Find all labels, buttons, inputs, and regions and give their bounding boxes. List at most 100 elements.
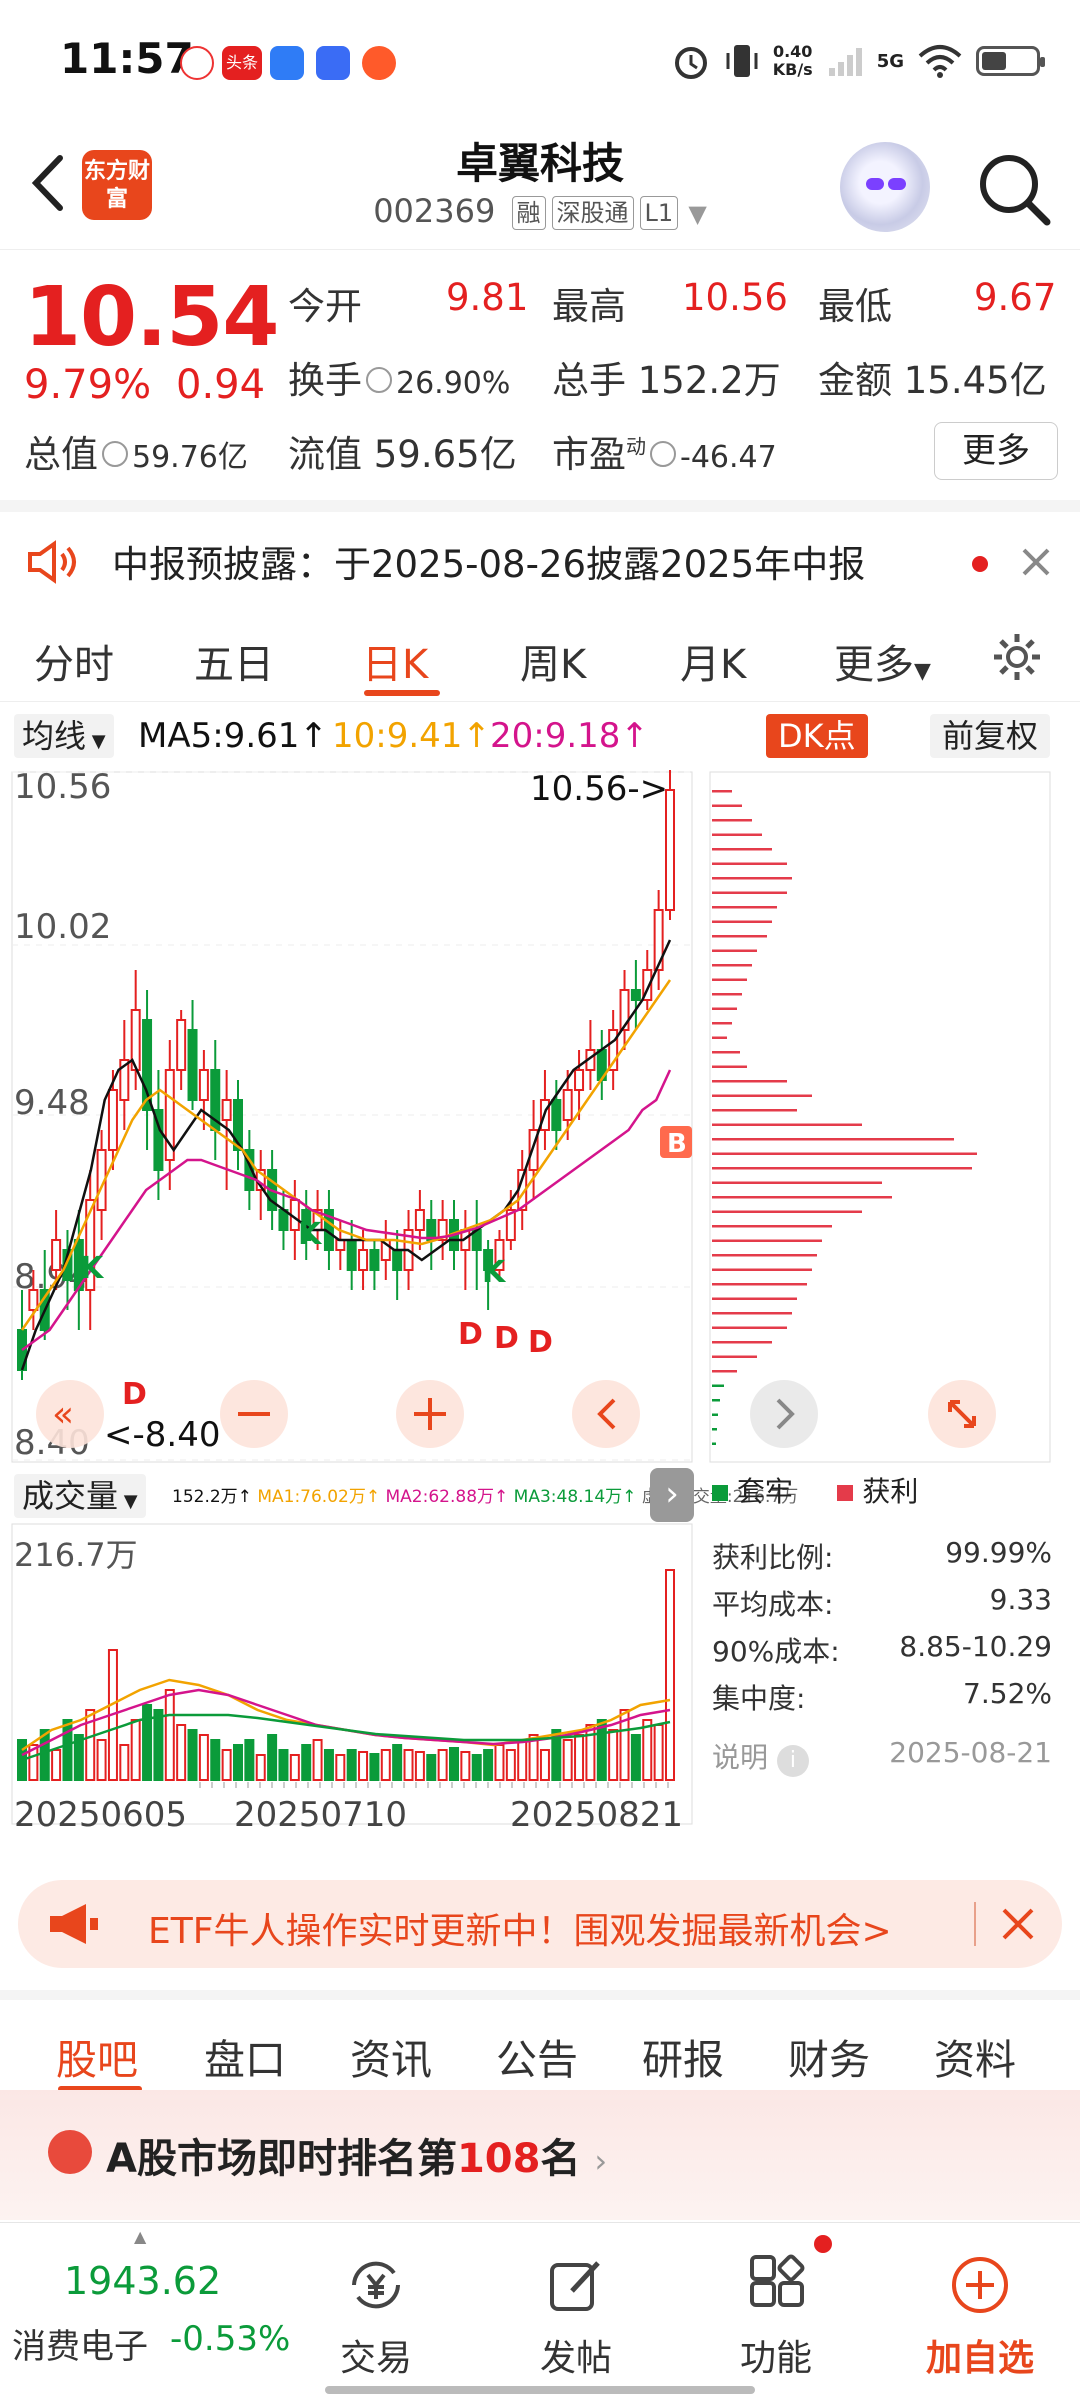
volume-indicator-select[interactable]: 成交量 ▼ [14, 1474, 146, 1518]
chip-bar [712, 1007, 737, 1010]
volume-bar [653, 1724, 664, 1781]
tab-daily-k[interactable]: 日K [362, 632, 428, 690]
stat-note-row[interactable]: 说明 i 2025-08-21 [712, 1736, 1052, 1777]
chip-bar [712, 993, 742, 996]
announcement-bar[interactable]: 中报预披露：于2025-08-26披露2025年中报 [0, 500, 1080, 600]
add-circle-icon [952, 2257, 1008, 2313]
x-date-3: 20250821 [510, 1795, 683, 1835]
tab-financials[interactable]: 财务 [788, 2026, 870, 2086]
info-icon[interactable] [102, 440, 128, 467]
stat-profit-ratio: 获利比例: 99.99% [712, 1536, 1052, 1574]
quote-panel: 10.54 9.79% 0.94 今开 9.81 最高 10.56 最低 9.6… [0, 250, 1080, 500]
volume-ma-line [21, 1678, 671, 1752]
tab-five-day[interactable]: 五日 [194, 632, 274, 690]
adjust-mode-button[interactable]: 前复权 [930, 714, 1051, 758]
next-button[interactable] [750, 1380, 818, 1448]
rank-banner[interactable]: A股市场即时排名第108名 › [0, 2090, 1080, 2220]
nav-add-watchlist[interactable]: 加自选 [900, 2223, 1060, 2379]
tab-monthly-k[interactable]: 月K [680, 632, 746, 690]
trapped-swatch [712, 1485, 728, 1501]
volume-bar [574, 1734, 585, 1781]
sector-name: 消费电子 [12, 2327, 148, 2367]
indicator-select[interactable]: 均线 ▼ [14, 714, 114, 758]
tab-announcements[interactable]: 公告 [496, 2026, 578, 2086]
nav-trade[interactable]: 交易 [296, 2223, 456, 2379]
tab-weekly-k[interactable]: 周K [520, 632, 586, 690]
volume-bar [608, 1729, 619, 1781]
candle-body [358, 1249, 369, 1271]
nav-post[interactable]: 发帖 [496, 2223, 656, 2379]
tab-profile[interactable]: 资料 [934, 2026, 1016, 2086]
chip-bar [712, 1196, 892, 1199]
candle-body [198, 1069, 209, 1101]
gear-icon[interactable] [990, 630, 1044, 684]
chip-bar [712, 833, 762, 836]
volume-label: 总手 152.2万 [552, 359, 781, 402]
info-icon[interactable] [650, 440, 676, 467]
close-icon[interactable] [1000, 1906, 1036, 1942]
expand-right-button[interactable]: › [650, 1468, 694, 1522]
info-icon[interactable]: i [776, 1745, 809, 1777]
volume-bar [380, 1749, 391, 1781]
sector-change: -0.53% [170, 2319, 291, 2359]
low-value: 9.67 [974, 276, 1057, 319]
candle-body [630, 989, 641, 1001]
chevron-right-icon: › [594, 2142, 608, 2180]
volume-bar [517, 1739, 528, 1781]
step-left-button[interactable] [572, 1380, 640, 1448]
candle-body [176, 1019, 187, 1071]
chip-bar [712, 1355, 757, 1358]
chip-bar [712, 1094, 812, 1097]
tab-order-book[interactable]: 盘口 [204, 2026, 286, 2086]
chip-bar [712, 862, 787, 865]
network-type: 5G [876, 50, 904, 72]
volume-bar [346, 1749, 357, 1781]
nav-function[interactable]: 功能 [696, 2223, 856, 2379]
volume-bar [494, 1744, 505, 1781]
volume-bar [437, 1749, 448, 1781]
alarm-icon [674, 47, 707, 79]
high-value: 10.56 [682, 276, 788, 319]
search-icon[interactable] [975, 150, 1055, 230]
tab-research[interactable]: 研报 [642, 2026, 724, 2086]
edit-icon [550, 2261, 600, 2311]
assistant-robot-avatar[interactable] [840, 142, 930, 232]
chip-bar [712, 906, 777, 909]
volume-bar [244, 1739, 255, 1781]
volume-bar [630, 1734, 641, 1781]
rank-text: A股市场即时排名第108名 › [106, 2136, 608, 2182]
tab-more[interactable]: 更多▼ [834, 632, 931, 690]
volume-bar [483, 1749, 494, 1781]
dk-point-button[interactable]: DK点 [766, 714, 868, 758]
more-quote-button[interactable]: 更多 [934, 422, 1058, 480]
y-label-2: 10.02 [14, 907, 111, 947]
margin-tag: 融 [511, 196, 546, 230]
chip-bar [712, 978, 747, 981]
etf-promo-banner[interactable]: ETF牛人操作实时更新中！围观发掘最新机会> [18, 1880, 1062, 1968]
ma-line [20, 939, 672, 1371]
volume-bar [471, 1754, 482, 1781]
chip-bar [712, 891, 787, 894]
section-tabs: 股吧 盘口 资讯 公告 研报 财务 资料 [0, 1990, 1080, 2092]
chip-bar [712, 1225, 832, 1228]
chip-bar [712, 1297, 797, 1300]
y-label-3: 9.48 [14, 1083, 90, 1123]
candle-body [551, 1099, 562, 1131]
volume-bar [278, 1749, 289, 1781]
chip-bar [712, 1181, 882, 1184]
tab-forum[interactable]: 股吧 [56, 2026, 138, 2086]
message-app-icon [270, 46, 304, 80]
volume-bar [312, 1739, 323, 1781]
close-icon[interactable] [1018, 544, 1054, 580]
chip-bar [712, 1167, 972, 1170]
candle-body [369, 1249, 380, 1271]
tab-intraday[interactable]: 分时 [34, 632, 114, 690]
info-icon[interactable] [366, 366, 392, 393]
sector-index-widget[interactable]: ▲ 1943.62 消费电子 -0.53% [6, 2223, 296, 2393]
volume-ma-lines [21, 1678, 671, 1762]
volume-bar [358, 1751, 369, 1781]
tab-news[interactable]: 资讯 [350, 2026, 432, 2086]
candle-body [221, 1099, 232, 1121]
volume-bar [642, 1719, 653, 1781]
float-cap-label: 流值 59.65亿 [288, 433, 517, 476]
